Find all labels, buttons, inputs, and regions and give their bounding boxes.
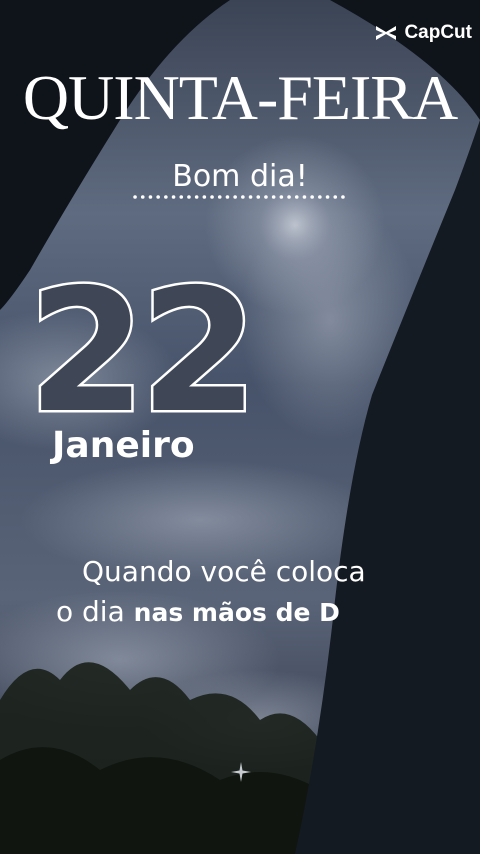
message-line-2-prefix: o dia: [56, 595, 134, 628]
sparkle-icon: [231, 762, 251, 782]
dotted-divider: [133, 195, 345, 199]
message-line-1: Quando você coloca: [82, 555, 366, 588]
month-label: Janeiro: [52, 425, 195, 466]
story-canvas: CapCut QUINTA-FEIRA Bom dia! 22 Janeiro …: [0, 0, 480, 854]
greeting-text: Bom dia!: [172, 159, 308, 194]
capcut-logo-icon: [376, 26, 397, 40]
capcut-logo-text: CapCut: [404, 22, 472, 43]
weekday-title: QUINTA-FEIRA: [22, 62, 458, 133]
capcut-logo: CapCut: [374, 22, 472, 44]
day-number-text: 22: [28, 270, 253, 430]
message-line-2-bold: nas mãos de D: [133, 598, 340, 627]
message-line-2: o dia nas mãos de D: [56, 598, 340, 626]
day-number: 22: [25, 270, 260, 430]
